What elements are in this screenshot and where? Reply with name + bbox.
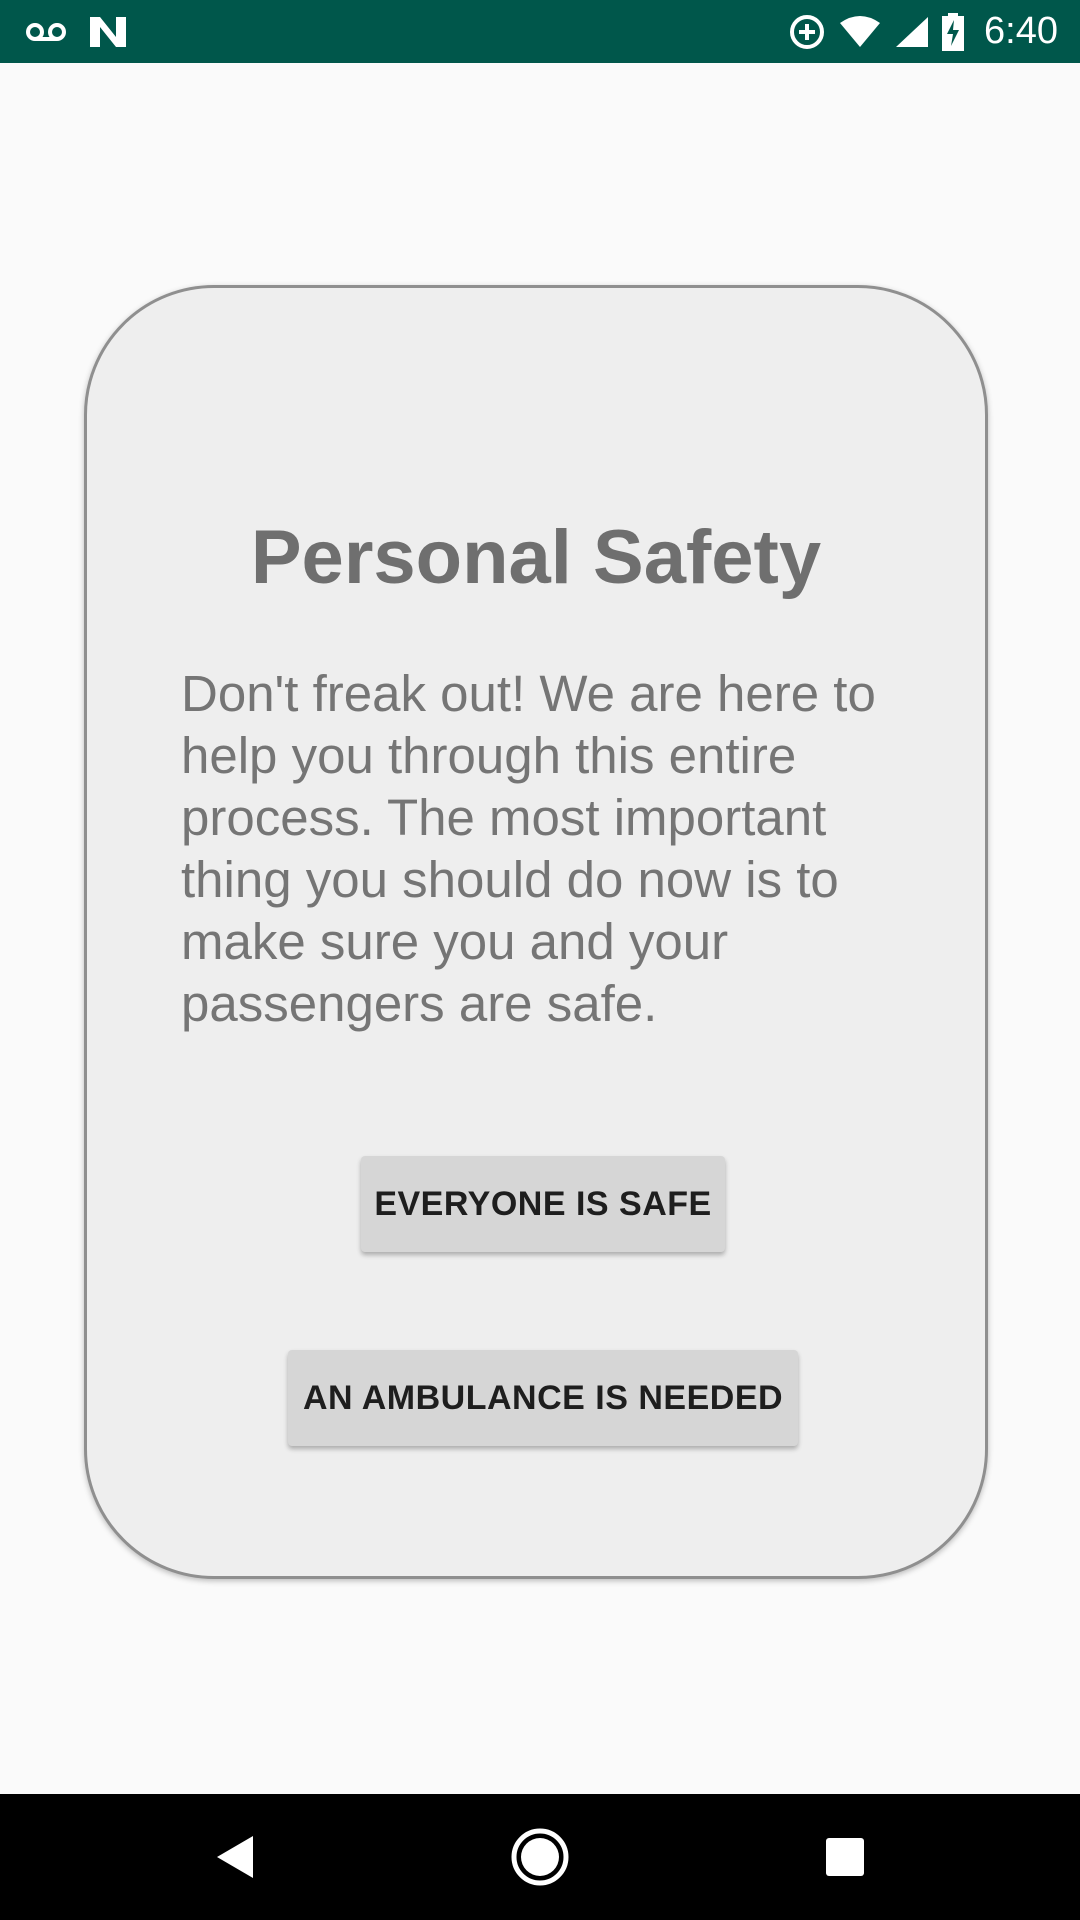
status-left-icons — [26, 0, 128, 63]
back-button[interactable] — [200, 1794, 270, 1920]
recents-button[interactable] — [810, 1794, 880, 1920]
everyone-is-safe-button[interactable]: EVERYONE IS SAFE — [361, 1156, 725, 1252]
back-icon — [215, 1834, 255, 1880]
recents-icon — [825, 1837, 865, 1877]
clock: 6:40 — [984, 10, 1058, 52]
navigation-bar — [0, 1794, 1080, 1920]
personal-safety-card: Personal Safety Don't freak out! We are … — [84, 285, 988, 1579]
cell-signal-icon — [894, 15, 930, 49]
ambulance-needed-button[interactable]: AN AMBULANCE IS NEEDED — [288, 1350, 798, 1446]
status-bar: 6:40 — [0, 0, 1080, 63]
card-message: Don't freak out! We are here to help you… — [181, 665, 876, 1032]
wifi-icon — [838, 15, 882, 49]
status-right-icons: 6:40 — [788, 0, 1058, 63]
voicemail-icon — [26, 21, 66, 43]
home-icon — [510, 1827, 570, 1887]
battery-charging-icon — [942, 12, 965, 51]
n-logo-icon — [88, 15, 128, 49]
home-button[interactable] — [505, 1794, 575, 1920]
card-title: Personal Safety — [250, 515, 822, 600]
data-saver-icon — [788, 13, 826, 51]
